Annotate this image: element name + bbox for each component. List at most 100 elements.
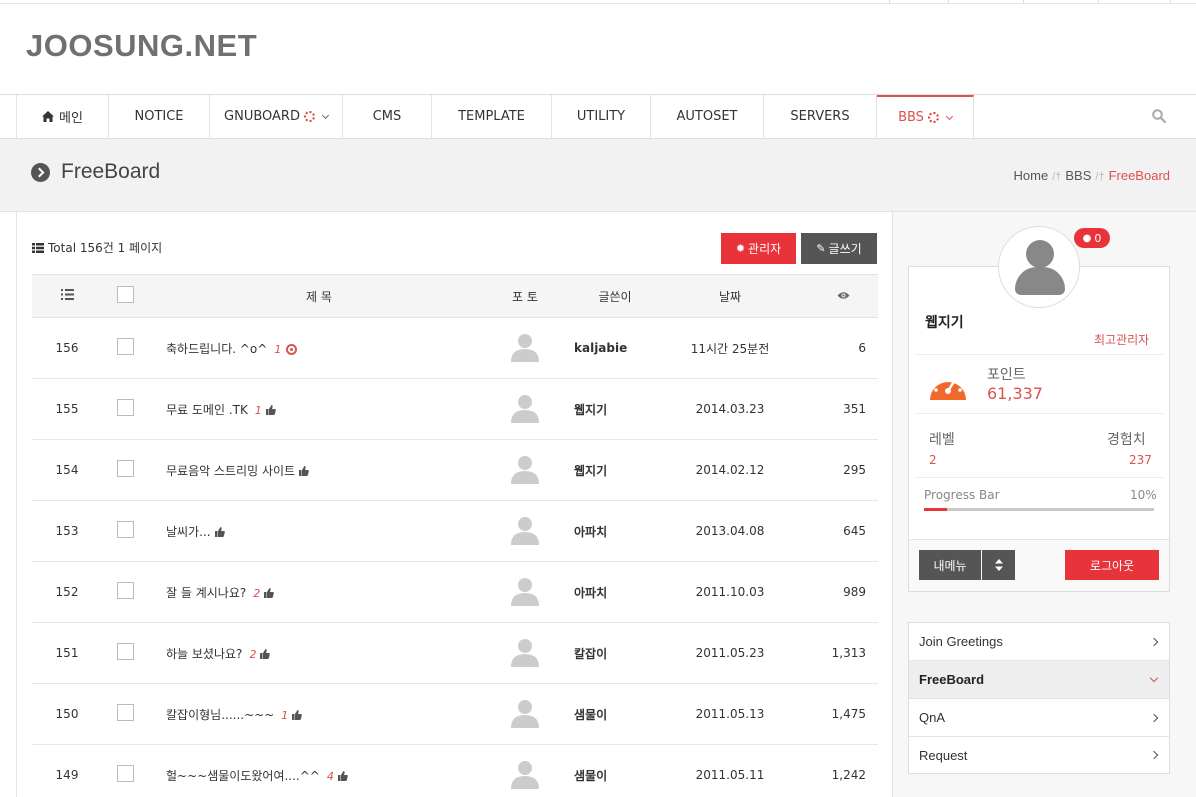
nav-item-servers[interactable]: SERVERS <box>764 95 877 138</box>
main-nav: 메인 NOTICE GNUBOARD CMS TEMPLATE UTILITY … <box>0 94 1196 139</box>
post-writer[interactable]: 칼잡이 <box>560 622 670 684</box>
chevron-down-icon <box>1149 673 1159 682</box>
pencil-icon: ✎ <box>816 242 826 255</box>
exp-label: 경험치 <box>1107 432 1146 448</box>
table-row[interactable]: 152 잘 들 계시나요? 2 아파치 2011.10.03 989 <box>32 561 878 623</box>
row-checkbox[interactable] <box>116 582 134 599</box>
nav-item-bbs[interactable]: BBS <box>877 95 974 138</box>
row-checkbox[interactable] <box>116 338 134 355</box>
table-row[interactable]: 150 칼잡이형님......~~~ 1 샘물이 2011.05.13 1,475 <box>32 683 878 745</box>
post-writer[interactable]: 아파치 <box>560 561 670 623</box>
post-subject-link[interactable]: 하늘 보셨나요? <box>166 647 242 661</box>
nav-item-autoset[interactable]: AUTOSET <box>651 95 764 138</box>
thumbs-up-icon <box>260 649 271 659</box>
side-menu-item-freeboard[interactable]: FreeBoard <box>909 661 1169 699</box>
nav-item-gnuboard[interactable]: GNUBOARD <box>210 95 343 138</box>
admin-button[interactable]: ✹ 관리자 <box>721 233 796 264</box>
post-writer[interactable]: 웹지기 <box>560 378 670 440</box>
row-checkbox[interactable] <box>116 460 134 477</box>
post-subject-link[interactable]: 무료음악 스트리밍 사이트 <box>166 464 295 478</box>
row-check-cell <box>102 744 148 797</box>
nav-item-notice[interactable]: NOTICE <box>109 95 210 138</box>
nav-item-cms[interactable]: CMS <box>343 95 432 138</box>
col-views[interactable] <box>790 274 878 318</box>
row-checkbox[interactable] <box>116 704 134 721</box>
nav-item-template[interactable]: TEMPLATE <box>432 95 552 138</box>
post-writer[interactable]: 샘물이 <box>560 744 670 797</box>
row-checkbox[interactable] <box>116 643 134 660</box>
row-checkbox[interactable] <box>116 399 134 416</box>
post-photo <box>490 561 560 623</box>
side-menu-item-request[interactable]: Request <box>909 737 1169 773</box>
select-all-checkbox[interactable] <box>116 286 134 303</box>
row-check-cell <box>102 317 148 379</box>
breadcrumb-home[interactable]: Home <box>1014 168 1049 183</box>
col-date[interactable]: 날짜 <box>670 274 790 318</box>
post-writer[interactable]: 웹지기 <box>560 439 670 501</box>
comment-count: 4 <box>326 769 334 783</box>
nav-item-label: AUTOSET <box>676 109 738 124</box>
post-photo <box>490 378 560 440</box>
page-title: FreeBoard <box>61 160 161 183</box>
post-photo <box>490 683 560 745</box>
post-views: 989 <box>790 561 878 623</box>
table-row[interactable]: 154 무료음악 스트리밍 사이트 웹지기 2014.02.12 295 <box>32 439 878 501</box>
post-subject-link[interactable]: 무료 도메인 .TK <box>166 403 248 417</box>
breadcrumb-separator: /† <box>1052 171 1062 183</box>
post-views: 295 <box>790 439 878 501</box>
new-post-icon <box>286 343 298 355</box>
post-writer[interactable]: 아파치 <box>560 500 670 562</box>
post-writer[interactable]: 샘물이 <box>560 683 670 745</box>
table-row[interactable]: 153 날씨가... 아파치 2013.04.08 645 <box>32 500 878 562</box>
comment-count: 2 <box>253 586 261 600</box>
row-checkbox[interactable] <box>116 521 134 538</box>
table-row[interactable]: 156 축하드립니다. ^o^ 1 kaljabie 11시간 25분전 6 <box>32 317 878 379</box>
post-subject-link[interactable]: 날씨가... <box>166 525 211 539</box>
post-views: 645 <box>790 500 878 562</box>
write-button[interactable]: ✎ 글쓰기 <box>801 233 877 264</box>
message-badge[interactable]: ● 0 <box>1074 228 1110 248</box>
breadcrumb-bbs[interactable]: BBS <box>1065 168 1091 183</box>
top-bar-divider <box>1170 0 1171 4</box>
comment-count: 2 <box>249 647 257 661</box>
post-subject-link[interactable]: 잘 들 계시나요? <box>166 586 246 600</box>
row-checkbox[interactable] <box>116 765 134 782</box>
nav-item-label: 메인 <box>59 111 83 126</box>
post-subject-link[interactable]: 헐~~~샘물이도왔어여....^^ <box>166 769 320 783</box>
post-writer[interactable]: kaljabie <box>560 317 670 379</box>
table-row[interactable]: 149 헐~~~샘물이도왔어여....^^ 4 샘물이 2011.05.11 1,242 <box>32 744 878 797</box>
post-photo <box>490 439 560 501</box>
write-button-label: 글쓰기 <box>828 242 862 256</box>
nav-item-main[interactable]: 메인 <box>16 95 109 138</box>
row-check-cell <box>102 500 148 562</box>
side-menu-label: Join Greetings <box>919 634 1003 649</box>
nav-item-utility[interactable]: UTILITY <box>552 95 651 138</box>
my-menu-toggle[interactable] <box>982 550 1015 580</box>
nav-item-label: BBS <box>898 110 924 125</box>
nav-item-label: TEMPLATE <box>458 109 525 124</box>
post-subject: 헐~~~샘물이도왔어여....^^ 4 <box>148 744 490 797</box>
post-subject-link[interactable]: 칼잡이형님......~~~ <box>166 708 274 722</box>
search-icon[interactable] <box>1152 109 1166 123</box>
side-menu-item-join-greetings[interactable]: Join Greetings <box>909 623 1169 661</box>
comment-count: 1 <box>274 342 282 356</box>
post-views: 351 <box>790 378 878 440</box>
side-menu-label: QnA <box>919 710 946 725</box>
post-photo <box>490 317 560 379</box>
row-check-cell <box>102 378 148 440</box>
post-number: 151 <box>32 622 102 684</box>
post-subject-link[interactable]: 축하드립니다. ^o^ <box>166 342 267 356</box>
post-date: 2014.03.23 <box>670 378 790 440</box>
logout-button[interactable]: 로그아웃 <box>1065 550 1159 580</box>
post-date: 11시간 25분전 <box>670 317 790 379</box>
user-photo-icon <box>511 455 539 484</box>
site-logo[interactable]: JOOSUNG.NET <box>26 28 257 64</box>
table-row[interactable]: 155 무료 도메인 .TK 1 웹지기 2014.03.23 351 <box>32 378 878 440</box>
dashboard-gauge-icon <box>930 374 966 400</box>
table-row[interactable]: 151 하늘 보셨나요? 2 칼잡이 2011.05.23 1,313 <box>32 622 878 684</box>
side-menu-item-qna[interactable]: QnA <box>909 699 1169 737</box>
my-menu-button[interactable]: 내메뉴 <box>919 550 981 580</box>
col-number[interactable] <box>32 274 102 318</box>
avatar[interactable] <box>998 226 1080 308</box>
thumbs-up-icon <box>299 466 309 476</box>
